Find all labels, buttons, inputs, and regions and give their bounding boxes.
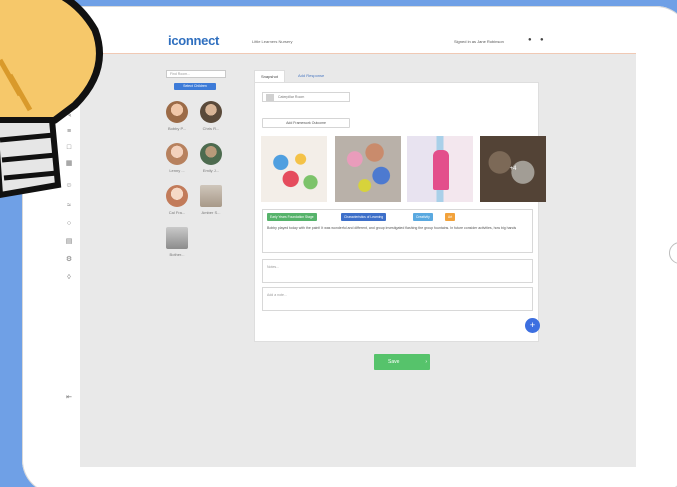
avatar	[200, 101, 222, 123]
room-search-input[interactable]: Find Room...	[166, 70, 226, 78]
avatar	[166, 185, 188, 207]
speech-bubble-icon[interactable]: ●	[528, 37, 532, 43]
observation-note-box[interactable]: Early Years Foundation Stage Characteris…	[262, 209, 533, 253]
avatar	[166, 227, 188, 249]
notes-field[interactable]: Notes...	[262, 259, 533, 283]
circle-icon[interactable]: ○	[64, 219, 74, 229]
gear-icon[interactable]: ⚙	[64, 255, 74, 265]
room-select[interactable]: Caterpillar Room	[262, 92, 350, 102]
avatar	[166, 101, 188, 123]
tab-add-response[interactable]: Add Response	[292, 70, 330, 82]
parent-note-field[interactable]: Add a note...	[262, 287, 533, 311]
nursery-selector[interactable]: Little Learners Nursery	[252, 39, 292, 44]
child-name: Bother...	[169, 252, 185, 257]
observation-photo[interactable]	[335, 136, 401, 202]
framework-tag[interactable]: Characteristics of Learning	[341, 213, 387, 221]
app-logo[interactable]: iconnect	[168, 33, 219, 48]
child-name: Emily J...	[202, 168, 220, 173]
child-item[interactable]: Emily J...	[196, 143, 226, 173]
person-icon[interactable]: ●	[540, 37, 544, 43]
observation-photo[interactable]: +4	[480, 136, 546, 202]
more-photos-count: +4	[480, 136, 546, 202]
observation-photo[interactable]	[407, 136, 473, 202]
select-children-button[interactable]: Select Children	[174, 83, 216, 90]
signed-in-text: Signed in as Jane Robinson	[454, 39, 504, 44]
save-label: Save	[388, 359, 400, 365]
lightbulb-icon	[0, 0, 103, 199]
avatar	[200, 185, 222, 207]
logout-icon[interactable]: ⇤	[64, 393, 74, 403]
child-item[interactable]: Chris R...	[196, 101, 226, 131]
add-framework-button[interactable]: Add Framework Outcome	[262, 118, 350, 128]
add-fab-button[interactable]: +	[525, 318, 540, 333]
child-name: Chris R...	[202, 126, 220, 131]
child-name: Bobby P...	[168, 126, 186, 131]
child-name: Lenny ...	[169, 168, 185, 173]
app-screen: iconnect Little Learners Nursery Signed …	[58, 27, 636, 467]
tablet-frame: iconnect Little Learners Nursery Signed …	[22, 6, 677, 487]
room-icon	[266, 94, 274, 101]
child-item[interactable]: Lenny ...	[162, 143, 192, 173]
observation-note-text: Bobby played today with the paint! It wa…	[267, 226, 517, 230]
document-icon[interactable]: ▤	[64, 237, 74, 247]
avatar	[166, 143, 188, 165]
home-button[interactable]	[669, 242, 677, 264]
observation-panel: Caterpillar Room Add Framework Outcome +…	[254, 82, 546, 342]
avatar	[200, 143, 222, 165]
child-name: Cal Fra...	[168, 210, 186, 215]
save-button[interactable]: Save ›	[374, 354, 430, 370]
child-item[interactable]: Cal Fra...	[162, 185, 192, 215]
child-item[interactable]: Bother...	[162, 227, 192, 257]
chevron-right-icon: ›	[425, 359, 427, 365]
framework-tag[interactable]: Art	[445, 213, 456, 221]
child-item[interactable]: Amber S...	[196, 185, 226, 215]
room-select-label: Caterpillar Room	[278, 95, 305, 99]
tab-snapshot[interactable]: Snapshot	[254, 70, 285, 82]
child-item[interactable]: Bobby P...	[162, 101, 192, 131]
child-name: Amber S...	[201, 210, 221, 215]
top-bar: iconnect Little Learners Nursery Signed …	[58, 27, 636, 54]
message-icon[interactable]: ◊	[64, 273, 74, 283]
observation-photo[interactable]	[261, 136, 327, 202]
framework-tag[interactable]: Creativity	[413, 213, 433, 221]
framework-tag[interactable]: Early Years Foundation Stage	[267, 213, 317, 221]
